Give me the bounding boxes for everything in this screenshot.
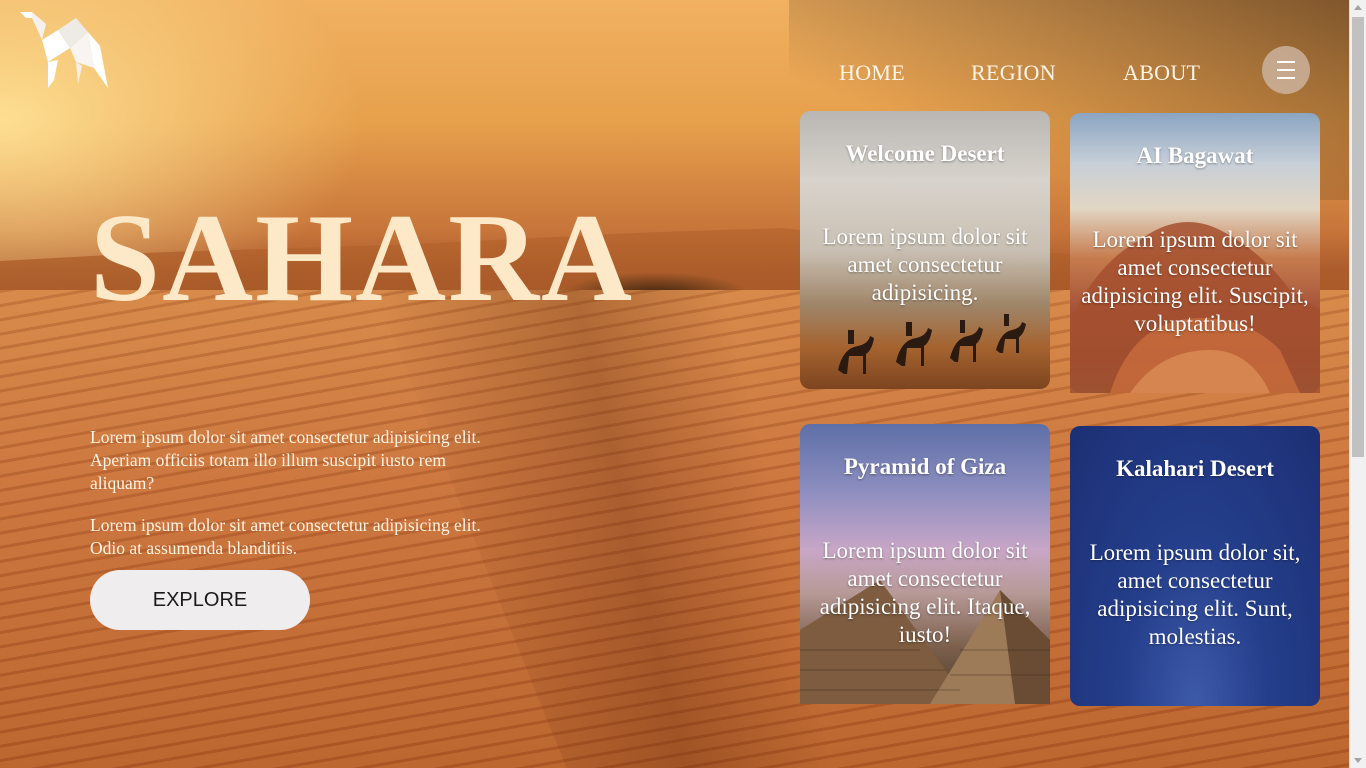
- card-welcome-desert-text: Lorem ipsum dolor sit amet consectetur a…: [800, 111, 1050, 389]
- hero-paragraph-1: Lorem ipsum dolor sit amet consectetur a…: [90, 427, 481, 493]
- card-text: Lorem ipsum dolor sit amet consectetur a…: [822, 224, 1028, 305]
- card-title: AI Bagawat: [1136, 143, 1254, 168]
- card-text: Lorem ipsum dolor sit amet consectetur a…: [819, 538, 1031, 647]
- hero-paragraph-2: Lorem ipsum dolor sit amet consectetur a…: [90, 515, 481, 558]
- card-title: Kalahari Desert: [1116, 456, 1274, 481]
- hamburger-icon: [1277, 77, 1295, 79]
- menu-button[interactable]: [1262, 46, 1310, 94]
- hamburger-icon: [1277, 61, 1295, 63]
- main-nav: HOME REGION ABOUT: [0, 60, 1349, 90]
- card-kalahari-desert[interactable]: Kalahari Desert Lorem ipsum dolor sit, a…: [1070, 426, 1320, 706]
- hamburger-icon: [1277, 69, 1295, 71]
- scrollbar-thumb[interactable]: [1352, 17, 1364, 457]
- card-ai-bagawat-text: AI Bagawat Lorem ipsum dolor sit amet co…: [1070, 113, 1320, 393]
- scroll-down-arrow-icon[interactable]: [1354, 758, 1362, 763]
- nav-region-link[interactable]: REGION: [971, 60, 1056, 86]
- scroll-up-arrow-icon[interactable]: [1354, 5, 1362, 10]
- nav-home-link[interactable]: HOME: [839, 60, 905, 86]
- card-text: Lorem ipsum dolor sit amet consectetur a…: [1081, 227, 1309, 336]
- nav-about-link[interactable]: ABOUT: [1123, 60, 1200, 86]
- card-title: Pyramid of Giza: [843, 454, 1007, 479]
- card-pyramid-text: Pyramid of Giza Lorem ipsum dolor sit am…: [800, 424, 1050, 704]
- card-text: Lorem ipsum dolor sit, amet consectetur …: [1089, 540, 1301, 649]
- page-scrollbar[interactable]: [1349, 0, 1366, 768]
- hero-title: SAHARA: [90, 189, 635, 328]
- explore-button[interactable]: EXPLORE: [90, 570, 310, 630]
